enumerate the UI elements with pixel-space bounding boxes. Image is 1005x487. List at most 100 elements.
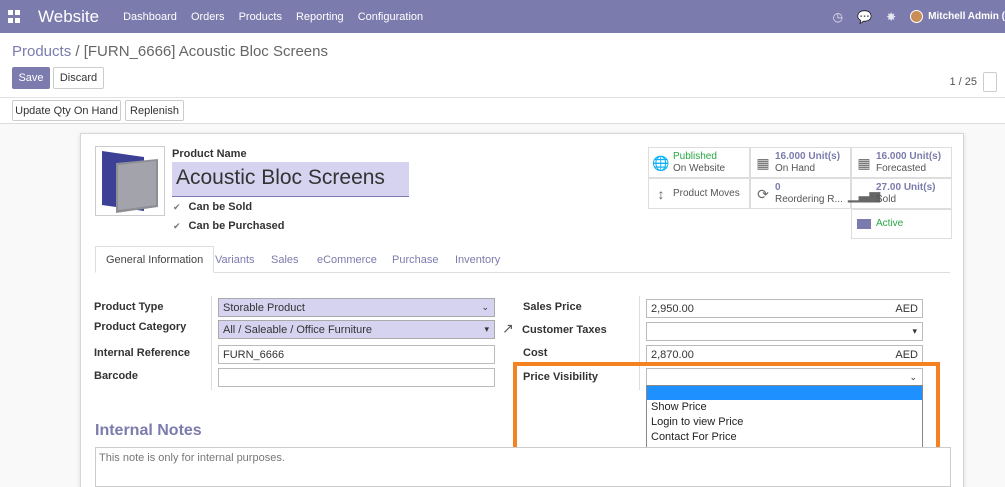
tab-sales[interactable]: Sales [261,246,309,273]
menu-dashboard[interactable]: Dashboard [123,11,177,23]
cost-label: Cost [523,347,548,359]
active-toggle-button[interactable]: Active [851,209,952,239]
notebook-tabs: General Information Variants Sales eComm… [95,246,950,273]
update-qty-button[interactable]: Update Qty On Hand [12,100,121,121]
product-name-input[interactable]: Acoustic Bloc Screens [172,162,409,197]
product-moves-button[interactable]: ↕ Product Moves [648,178,750,209]
caret-down-icon: ▾ [484,324,489,334]
breadcrumb-products-link[interactable]: Products [12,43,71,60]
can-be-sold-checkbox[interactable]: ✔ Can be Sold [173,201,252,213]
tab-ecommerce[interactable]: eCommerce [307,246,387,273]
debug-bug-icon[interactable]: ✸ [886,10,896,24]
top-navbar: Website Dashboard Orders Products Report… [0,0,1005,33]
checkmark-icon: ✔ [173,220,181,231]
product-type-select[interactable]: Storable Product ⌄ [218,298,495,317]
app-title[interactable]: Website [38,7,99,27]
internal-reference-label: Internal Reference [94,347,190,359]
sold-unit: Unit(s) [903,181,936,193]
product-type-label: Product Type [94,301,164,313]
divider [0,97,1005,98]
forecasted-button[interactable]: ▦ 16.000 Unit(s) Forecasted [851,147,952,178]
forecasted-value: 16.000 [876,150,907,162]
apps-menu-icon[interactable] [8,9,22,24]
internal-notes-placeholder: This note is only for internal purposes. [99,452,285,464]
external-link-icon[interactable]: ↗ [502,320,514,337]
product-category-label: Product Category [94,321,187,333]
menu-orders[interactable]: Orders [191,11,225,23]
product-category-select[interactable]: All / Saleable / Office Furniture ▾ [218,320,495,339]
product-image[interactable] [95,146,165,216]
tab-inventory[interactable]: Inventory [445,246,510,273]
chevron-down-icon: ⌄ [481,302,489,312]
control-panel: Products / [FURN_6666] Acoustic Bloc Scr… [0,33,1005,124]
menu-configuration[interactable]: Configuration [358,11,423,23]
can-be-purchased-label: Can be Purchased [188,220,285,232]
sold-value: 27.00 [876,181,902,193]
menu-products[interactable]: Products [239,11,282,23]
record-pager: 1 / 25 [949,72,997,92]
field-separator [211,296,212,390]
sales-price-input[interactable]: 2,950.00 AED [646,299,923,318]
main-menu: Dashboard Orders Products Reporting Conf… [123,11,423,23]
pager-prev-button[interactable] [983,72,997,92]
sales-price-currency: AED [895,302,918,315]
forecasted-label: Forecasted [876,162,927,174]
sales-price-value: 2,950.00 [651,302,694,315]
systray: ◷ 💬 ✸ Mitchell Admin ( [833,0,1005,33]
barcode-input[interactable] [218,368,495,387]
activity-clock-icon[interactable]: ◷ [833,10,843,24]
published-button[interactable]: 🌐 Published On Website [648,147,750,178]
on-hand-value: 16.000 [775,150,806,162]
user-name: Mitchell Admin ( [928,11,1005,22]
caret-down-icon: ▾ [912,326,917,336]
product-category-value: All / Saleable / Office Furniture [223,323,372,336]
internal-reference-input[interactable]: FURN_6666 [218,345,495,364]
avatar [910,10,924,23]
chat-bubbles-icon[interactable]: 💬 [857,10,872,24]
sold-button[interactable]: ▁▃▅ 27.00 Unit(s) Sold [847,178,952,209]
active-label: Active [876,218,904,229]
archive-box-icon [852,219,876,229]
breadcrumb-separator: / [75,43,84,60]
cost-value: 2,870.00 [651,348,694,361]
on-hand-button[interactable]: ▦ 16.000 Unit(s) On Hand [750,147,851,178]
on-hand-unit: Unit(s) [808,150,841,162]
customer-taxes-select[interactable]: ▾ [646,322,923,341]
can-be-sold-label: Can be Sold [188,201,253,213]
tab-variants[interactable]: Variants [205,246,265,273]
globe-icon: 🌐 [652,154,670,171]
menu-reporting[interactable]: Reporting [296,11,344,23]
breadcrumb: Products / [FURN_6666] Acoustic Bloc Scr… [12,43,328,60]
save-button[interactable]: Save [12,67,50,89]
breadcrumb-current: [FURN_6666] Acoustic Bloc Screens [83,43,328,60]
internal-reference-value: FURN_6666 [223,348,285,361]
sales-price-label: Sales Price [523,301,582,313]
product-moves-label: Product Moves [673,187,740,199]
reordering-value: 0 [775,181,781,193]
on-hand-label: On Hand [775,162,816,174]
refresh-icon: ⟳ [757,185,769,202]
barcode-label: Barcode [94,370,139,382]
replenish-button[interactable]: Replenish [125,100,184,121]
pager-value[interactable]: 1 / 25 [949,76,977,88]
tab-general-information[interactable]: General Information [95,246,215,273]
building-icon: ▦ [857,154,871,171]
bar-chart-icon: ▁▃▅ [847,185,881,202]
up-down-arrows-icon: ↕ [657,185,665,202]
discard-button[interactable]: Discard [53,67,104,89]
building-icon: ▦ [756,154,770,171]
reordering-label: Reordering R... [775,193,843,205]
can-be-purchased-checkbox[interactable]: ✔ Can be Purchased [173,220,285,232]
checkmark-icon: ✔ [173,201,181,212]
internal-notes-textarea[interactable]: This note is only for internal purposes. [95,447,951,487]
published-status: Published [673,150,717,162]
tab-purchase[interactable]: Purchase [382,246,448,273]
reordering-rules-button[interactable]: ⟳ 0 Reordering R... [750,178,851,209]
product-type-value: Storable Product [223,301,305,314]
sold-label: Sold [876,193,897,205]
published-label: On Website [673,162,726,174]
acoustic-screen-image [102,151,158,213]
user-menu[interactable]: Mitchell Admin ( [910,10,1005,23]
cost-currency: AED [895,348,918,361]
forecasted-unit: Unit(s) [909,150,942,162]
